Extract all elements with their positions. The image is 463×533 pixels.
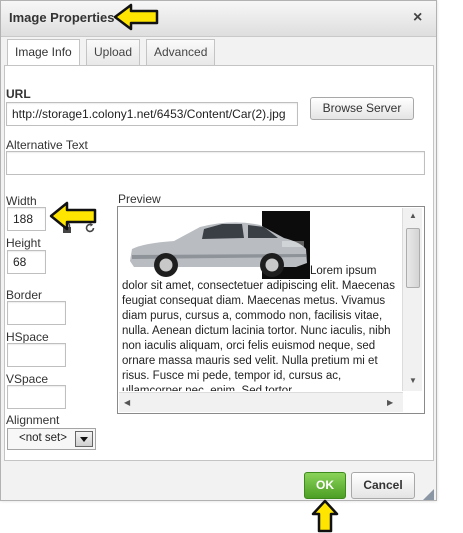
- hspace-label: HSpace: [6, 330, 49, 344]
- scroll-down-icon[interactable]: ▼: [409, 376, 417, 385]
- preview-box: Lorem ipsum dolor sit amet, consectetuer…: [117, 206, 425, 414]
- height-field[interactable]: 68: [7, 250, 46, 274]
- alignment-select[interactable]: <not set>: [7, 428, 96, 450]
- image-properties-dialog: Image Properties × Image Info Upload Adv…: [0, 0, 437, 501]
- border-field[interactable]: [7, 301, 66, 325]
- browse-server-button[interactable]: Browse Server: [310, 97, 414, 120]
- scrollbar-thumb[interactable]: [406, 228, 420, 288]
- tab-upload[interactable]: Upload: [86, 39, 141, 65]
- width-field[interactable]: 188: [7, 207, 46, 231]
- url-label: URL: [6, 87, 31, 101]
- width-label: Width: [6, 194, 37, 208]
- arrow-icon-ok: [311, 499, 339, 533]
- scroll-up-icon[interactable]: ▲: [409, 211, 417, 220]
- alignment-value: <not set>: [19, 432, 67, 444]
- preview-content: Lorem ipsum dolor sit amet, consectetuer…: [122, 211, 400, 391]
- preview-horizontal-scrollbar[interactable]: ◀ ▶: [119, 392, 403, 412]
- cancel-button[interactable]: Cancel: [351, 472, 415, 499]
- dialog-title: Image Properties: [9, 10, 115, 25]
- tab-image-info[interactable]: Image Info: [7, 39, 80, 66]
- alternative-text-label: Alternative Text: [6, 138, 88, 152]
- tab-advanced[interactable]: Advanced: [146, 39, 216, 65]
- arrow-icon-title: [113, 3, 159, 31]
- vspace-label: VSpace: [6, 372, 49, 386]
- resize-grip-icon[interactable]: [422, 488, 434, 500]
- preview-label: Preview: [118, 192, 161, 206]
- dialog-titlebar[interactable]: Image Properties ×: [1, 1, 436, 37]
- alternative-text-field[interactable]: [6, 151, 425, 175]
- preview-text: Lorem ipsum dolor sit amet, consectetuer…: [122, 265, 395, 391]
- vspace-field[interactable]: [7, 385, 66, 409]
- chevron-down-icon[interactable]: [75, 431, 93, 447]
- ok-button[interactable]: OK: [304, 472, 346, 499]
- hspace-field[interactable]: [7, 343, 66, 367]
- preview-vertical-scrollbar[interactable]: ▲ ▼: [402, 208, 422, 391]
- scroll-left-icon[interactable]: ◀: [124, 398, 130, 407]
- scroll-right-icon[interactable]: ▶: [387, 398, 393, 407]
- arrow-icon-width: [49, 201, 97, 231]
- alignment-label: Alignment: [6, 413, 60, 427]
- url-field[interactable]: http://storage1.colony1.net/6453/Content…: [6, 102, 298, 126]
- close-icon[interactable]: ×: [413, 9, 422, 27]
- car-image: [122, 211, 310, 279]
- border-label: Border: [6, 288, 43, 302]
- height-label: Height: [6, 236, 41, 250]
